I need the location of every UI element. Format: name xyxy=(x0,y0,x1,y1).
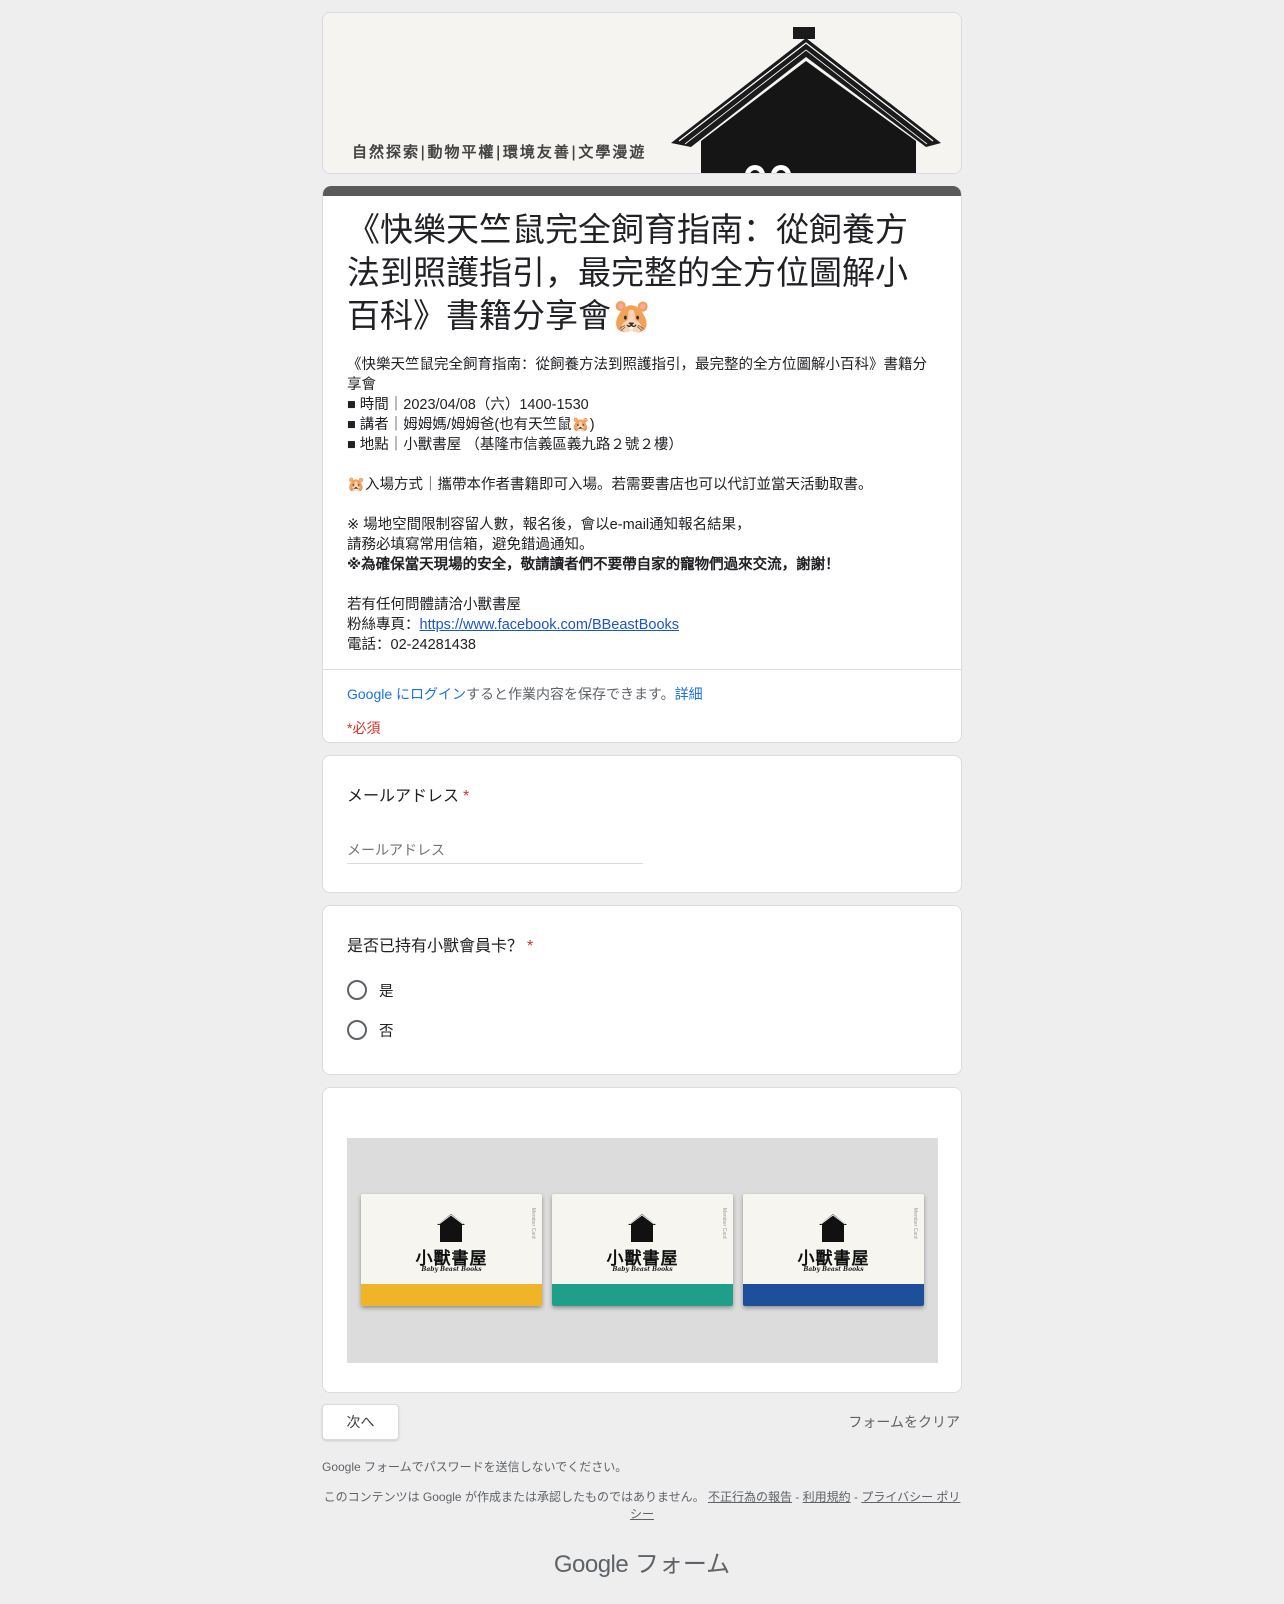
description-line: 電話：02-24281438 xyxy=(347,637,476,653)
description-line: ■ 地點｜小獸書屋 （基隆市信義區義九路２號２樓） xyxy=(347,437,683,453)
radio-button[interactable] xyxy=(347,1020,367,1040)
terms-link[interactable]: 利用規約 xyxy=(803,1490,851,1504)
card-vertical-text: Member Card xyxy=(530,1208,536,1239)
forms-wordmark: フォーム xyxy=(634,1551,731,1578)
separator: - xyxy=(850,1490,862,1504)
radio-button[interactable] xyxy=(347,980,367,1000)
form-header-card: 《快樂天竺鼠完全飼育指南：從飼養方法到照護指引，最完整的全方位圖解小百科》書籍分… xyxy=(322,186,962,743)
description-line: ■ 時間｜2023/04/08（六）1400-1530 xyxy=(347,397,589,413)
google-forms-logo[interactable]: Google フォーム xyxy=(322,1544,962,1579)
card-stripe xyxy=(361,1284,542,1306)
card-stripe xyxy=(743,1284,924,1306)
card-sub: Baby Beast Books xyxy=(612,1266,673,1273)
card-sub: Baby Beast Books xyxy=(803,1266,864,1273)
radio-option-no[interactable]: 否 xyxy=(347,1018,394,1042)
clear-form-button[interactable]: フォームをクリア xyxy=(830,1412,960,1432)
card-sub: Baby Beast Books xyxy=(421,1266,482,1273)
password-warning: Google フォームでパスワードを送信しないでください。 xyxy=(322,1460,628,1474)
divider xyxy=(323,669,961,670)
next-button[interactable]: 次へ xyxy=(322,1404,399,1440)
member-card-image-item: 小獸書屋 Baby Beast Books Member Card 小獸書屋 B… xyxy=(322,1087,962,1393)
member-card-teal: 小獸書屋 Baby Beast Books Member Card xyxy=(552,1194,733,1306)
question-member-card: 是否已持有小獸會員卡？ * 是 否 xyxy=(322,905,962,1075)
question-title-text: メールアドレス xyxy=(347,788,460,805)
details-link[interactable]: 詳細 xyxy=(675,686,703,702)
form-title: 《快樂天竺鼠完全飼育指南：從飼養方法到照護指引，最完整的全方位圖解小百科》書籍分… xyxy=(347,211,908,334)
facebook-link[interactable]: https://www.facebook.com/BBeastBooks xyxy=(420,617,680,633)
description-line: 🐹入場方式｜攜帶本作者書籍即可入場。若需要書店也可以代訂並當天活動取書。 xyxy=(347,477,873,493)
email-input[interactable] xyxy=(347,836,643,864)
description-line: 若有任何問體請洽小獸書屋 xyxy=(347,597,521,613)
fanpage-prefix: 粉絲專頁： xyxy=(347,617,420,633)
required-asterisk: * xyxy=(463,788,470,805)
description-line: 請務必填寫常用信箱，避免錯過通知。 xyxy=(347,537,594,553)
house-logo-icon xyxy=(628,1214,656,1242)
description-line: ※ 場地空間限制容留人數，報名後，會以e-mail通知報名結果， xyxy=(347,517,751,533)
question-title: メールアドレス * xyxy=(347,782,469,806)
radio-option-yes[interactable]: 是 xyxy=(347,978,394,1002)
description-line: 《快樂天竺鼠完全飼育指南：從飼養方法到照護指引，最完整的全方位圖解小百科》書籍分… xyxy=(347,357,927,393)
separator: - xyxy=(791,1490,803,1504)
member-card-yellow: 小獸書屋 Baby Beast Books Member Card xyxy=(361,1194,542,1306)
card-vertical-text: Member Card xyxy=(912,1208,918,1239)
question-title: 是否已持有小獸會員卡？ * xyxy=(347,932,533,956)
radio-label: 否 xyxy=(379,1023,394,1040)
banner-tagline: 自然探索|動物平權|環境友善|文學漫遊 xyxy=(352,143,647,161)
header-banner: 自然探索|動物平權|環境友善|文學漫遊 xyxy=(322,12,962,174)
description-line: ■ 講者｜姆姆媽/姆姆爸(也有天竺鼠🐹) xyxy=(347,417,595,433)
required-asterisk: * xyxy=(527,938,534,955)
footer-disclaimer: このコンテンツは Google が作成または承認したものではありません。 不正行… xyxy=(322,1489,962,1523)
bookshop-house-illustration xyxy=(671,27,941,173)
required-note: *必須 xyxy=(347,720,381,736)
question-title-text: 是否已持有小獸會員卡？ xyxy=(347,938,524,955)
card-vertical-text: Member Card xyxy=(721,1208,727,1239)
login-prompt: Google にログインすると作業内容を保存できます。詳細 xyxy=(347,684,937,704)
member-cards-image: 小獸書屋 Baby Beast Books Member Card 小獸書屋 B… xyxy=(347,1138,938,1363)
description-line: 粉絲專頁：https://www.facebook.com/BBeastBook… xyxy=(347,615,937,635)
member-card-blue: 小獸書屋 Baby Beast Books Member Card xyxy=(743,1194,924,1306)
house-logo-icon xyxy=(437,1214,465,1242)
disclaimer-text: このコンテンツは Google が作成または承認したものではありません。 xyxy=(323,1490,705,1504)
report-abuse-link[interactable]: 不正行為の報告 xyxy=(708,1490,792,1504)
theme-accent-bar xyxy=(323,186,961,196)
description-line-bold: ※為確保當天現場的安全，敬請讀者們不要帶自家的寵物們過來交流，謝謝！ xyxy=(347,557,840,573)
card-stripe xyxy=(552,1284,733,1306)
google-login-link[interactable]: Google にログイン xyxy=(347,686,466,702)
form-description: 《快樂天竺鼠完全飼育指南：從飼養方法到照護指引，最完整的全方位圖解小百科》書籍分… xyxy=(347,355,937,655)
question-email: メールアドレス * xyxy=(322,755,962,893)
google-wordmark: Google xyxy=(553,1551,629,1578)
radio-label: 是 xyxy=(379,983,394,1000)
login-prompt-text: すると作業内容を保存できます。 xyxy=(466,686,675,702)
house-logo-icon xyxy=(819,1214,847,1242)
